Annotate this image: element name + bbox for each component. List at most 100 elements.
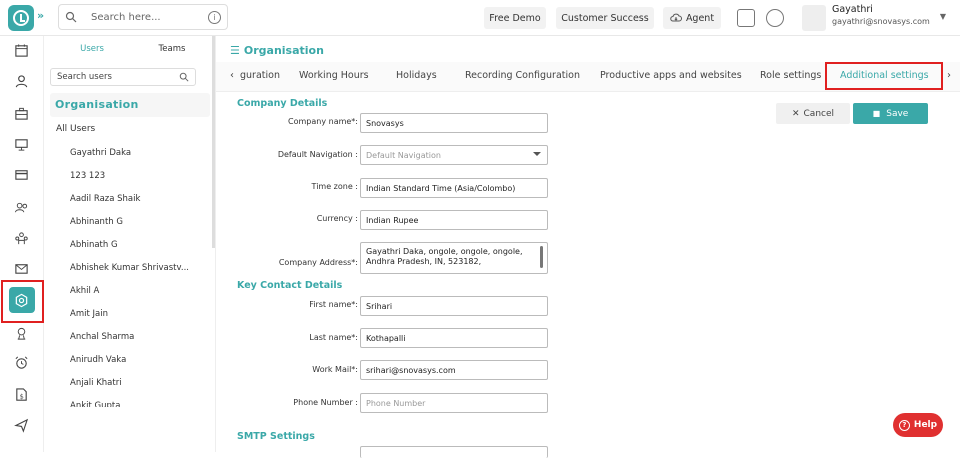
work-mail-field[interactable]: srihari@snovasys.com xyxy=(360,360,548,380)
avatar xyxy=(802,5,826,31)
breadcrumb: ☰ Organisation xyxy=(230,44,324,57)
phone-number-label: Phone Number : xyxy=(293,398,358,407)
list-item[interactable]: Anchal Sharma xyxy=(70,330,189,353)
default-navigation-select[interactable]: Default Navigation xyxy=(360,145,548,165)
list-item[interactable]: Abhinath G xyxy=(70,238,189,261)
cancel-button[interactable]: ✕ Cancel xyxy=(776,103,850,124)
save-button[interactable]: ■ Save xyxy=(853,103,928,124)
smtp-field[interactable] xyxy=(360,446,548,458)
last-name-label: Last name*: xyxy=(309,333,358,342)
users-icon[interactable] xyxy=(13,199,29,215)
close-icon: ✕ xyxy=(791,108,800,119)
user-search-placeholder: Search users xyxy=(57,72,112,82)
send-icon[interactable] xyxy=(13,417,29,433)
chevron-right-icon[interactable]: › xyxy=(947,70,951,81)
sidebar-scrollbar[interactable] xyxy=(212,36,215,248)
expand-sidebar-icon[interactable]: » xyxy=(37,9,44,22)
user-search-input[interactable]: Search users xyxy=(50,68,196,86)
invoice-icon[interactable]: $ xyxy=(13,386,29,402)
award-icon[interactable] xyxy=(13,325,29,341)
tab-teams[interactable]: Teams xyxy=(132,44,212,60)
document-icon[interactable] xyxy=(737,9,755,27)
svg-text:$: $ xyxy=(19,392,23,400)
currency-field[interactable]: Indian Rupee xyxy=(360,210,548,230)
clock-icon xyxy=(13,10,29,26)
company-address-value: Gayathri Daka, ongole, ongole, ongole, A… xyxy=(366,247,523,266)
list-item[interactable]: Abhishek Kumar Shrivastv... xyxy=(70,261,189,284)
list-item[interactable]: Anjali Khatri xyxy=(70,376,189,399)
team-icon[interactable] xyxy=(13,230,29,246)
question-icon: ? xyxy=(898,419,910,431)
card-icon[interactable] xyxy=(13,166,29,182)
tab-configuration[interactable]: guration xyxy=(240,70,280,81)
tab-recording-configuration[interactable]: Recording Configuration xyxy=(465,70,580,81)
list-item[interactable]: 123 123 xyxy=(70,169,189,192)
user-menu[interactable]: Gayathri gayathri@snovasys.com ▼ xyxy=(802,2,952,34)
search-icon xyxy=(65,11,77,23)
list-item[interactable]: Ankit Gupta xyxy=(70,399,189,407)
tab-productive-apps[interactable]: Productive apps and websites xyxy=(600,70,742,81)
timezone-label: Time zone : xyxy=(311,182,358,191)
settings-icon[interactable] xyxy=(766,9,784,27)
tab-working-hours[interactable]: Working Hours xyxy=(299,70,369,81)
monitor-icon[interactable] xyxy=(13,136,29,152)
top-bar: » Search here... i Free Demo Customer Su… xyxy=(0,0,960,36)
chevron-left-icon[interactable]: ‹ xyxy=(230,70,234,81)
settings-tabs: ‹ guration Working Hours Holidays Record… xyxy=(216,62,960,92)
currency-label: Currency : xyxy=(316,214,358,223)
sidebar-tabs: Users Teams xyxy=(52,44,212,60)
briefcase-icon[interactable] xyxy=(13,105,29,121)
tab-role-settings[interactable]: Role settings xyxy=(760,70,821,81)
cancel-label: Cancel xyxy=(803,108,835,119)
list-item[interactable]: Aadil Raza Shaik xyxy=(70,192,189,215)
settings-highlight-box xyxy=(1,280,44,323)
organisation-item[interactable]: Organisation xyxy=(50,93,210,117)
menu-icon[interactable]: ☰ xyxy=(230,44,240,57)
list-item[interactable]: Akhil A xyxy=(70,284,189,307)
first-name-field[interactable]: Srihari xyxy=(360,296,548,316)
timezone-field[interactable]: Indian Standard Time (Asia/Colombo) xyxy=(360,178,548,198)
phone-number-field[interactable]: Phone Number xyxy=(360,393,548,413)
search-icon xyxy=(179,72,189,82)
save-icon: ■ xyxy=(872,109,881,118)
app-logo[interactable] xyxy=(8,5,34,31)
work-mail-label: Work Mail*: xyxy=(312,365,358,374)
chevron-down-icon: ▼ xyxy=(939,12,946,21)
alarm-icon[interactable] xyxy=(13,354,29,370)
page-title: Organisation xyxy=(243,44,324,57)
customer-success-button[interactable]: Customer Success xyxy=(556,7,654,29)
list-item[interactable]: Abhinanth G xyxy=(70,215,189,238)
save-label: Save xyxy=(886,108,909,119)
company-name-field[interactable]: Snovasys xyxy=(360,113,548,133)
company-address-label: Company Address*: xyxy=(278,258,358,267)
tab-users[interactable]: Users xyxy=(52,44,132,60)
list-item[interactable]: Anirudh Vaka xyxy=(70,353,189,376)
help-label: Help xyxy=(913,420,938,430)
tab-holidays[interactable]: Holidays xyxy=(396,70,437,81)
main-content: ☰ Organisation ‹ guration Working Hours H… xyxy=(216,36,960,458)
company-details-heading: Company Details xyxy=(237,98,328,109)
free-demo-button[interactable]: Free Demo xyxy=(484,7,546,29)
additional-settings-highlight-box xyxy=(825,62,943,90)
agent-label: Agent xyxy=(685,12,715,24)
users-sidebar: Users Teams Search users Organisation Al… xyxy=(44,36,216,452)
all-users-item[interactable]: All Users xyxy=(56,124,95,134)
chevron-down-icon xyxy=(533,152,541,156)
default-navigation-placeholder: Default Navigation xyxy=(366,151,441,160)
agent-button[interactable]: Agent xyxy=(663,7,721,29)
icon-rail: $ xyxy=(0,36,44,452)
calendar-icon[interactable] xyxy=(13,42,29,58)
mail-icon[interactable] xyxy=(13,260,29,276)
user-list: Gayathri Daka 123 123 Aadil Raza Shaik A… xyxy=(70,146,189,407)
global-search-input[interactable]: Search here... i xyxy=(58,4,228,30)
help-button[interactable]: ? Help xyxy=(893,413,943,437)
company-address-field[interactable]: Gayathri Daka, ongole, ongole, ongole, A… xyxy=(360,242,548,274)
list-item[interactable]: Amit Jain xyxy=(70,307,189,330)
address-scrollbar[interactable] xyxy=(540,246,543,268)
last-name-field[interactable]: Kothapalli xyxy=(360,328,548,348)
user-name: Gayathri xyxy=(832,4,873,15)
list-item[interactable]: Gayathri Daka xyxy=(70,146,189,169)
info-icon[interactable]: i xyxy=(208,11,221,24)
user-icon[interactable] xyxy=(13,73,29,89)
key-contact-heading: Key Contact Details xyxy=(237,280,343,291)
